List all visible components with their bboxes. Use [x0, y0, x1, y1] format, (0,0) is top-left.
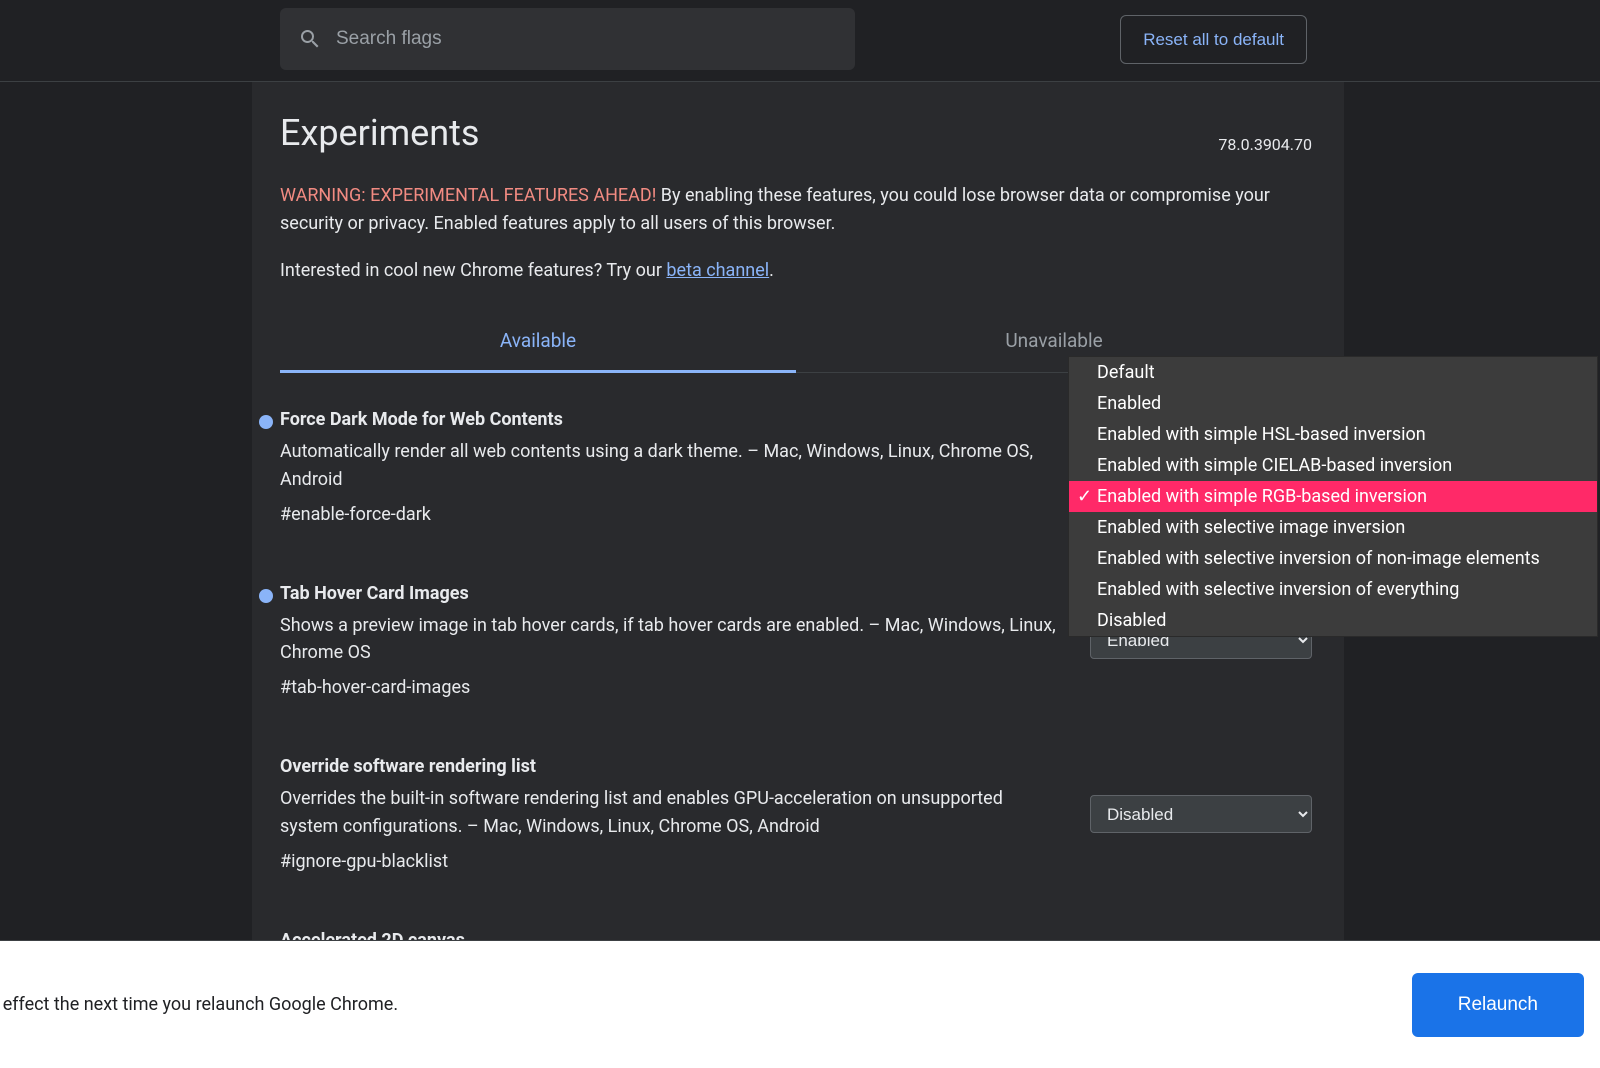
flag-hash[interactable]: #enable-force-dark	[280, 504, 1060, 525]
flag-info: Override software rendering list Overrid…	[280, 756, 1090, 872]
page-header: Experiments 78.0.3904.70	[280, 112, 1312, 154]
dropdown-option[interactable]: Enabled with selective inversion of non-…	[1069, 543, 1597, 574]
dropdown-option[interactable]: Disabled	[1069, 605, 1597, 636]
reset-all-button[interactable]: Reset all to default	[1120, 15, 1307, 64]
warning-text: WARNING: EXPERIMENTAL FEATURES AHEAD! By…	[280, 182, 1312, 238]
search-input[interactable]	[336, 28, 837, 50]
beta-channel-link[interactable]: beta channel	[666, 260, 769, 281]
beta-suffix: .	[769, 260, 774, 281]
dropdown-option[interactable]: Enabled with simple HSL-based inversion	[1069, 419, 1597, 450]
top-bar: Reset all to default	[0, 0, 1600, 82]
changed-dot-icon	[259, 589, 273, 603]
flag-desc: Shows a preview image in tab hover cards…	[280, 612, 1060, 668]
changed-dot-icon	[259, 415, 273, 429]
flag-info: Force Dark Mode for Web Contents Automat…	[280, 409, 1090, 525]
dropdown-option[interactable]: Enabled with selective image inversion	[1069, 512, 1597, 543]
flag-select[interactable]: Disabled	[1090, 795, 1312, 833]
dropdown-option[interactable]: Enabled	[1069, 388, 1597, 419]
flag-control: Disabled	[1090, 795, 1312, 833]
dropdown-option-selected[interactable]: Enabled with simple RGB-based inversion	[1069, 481, 1597, 512]
relaunch-button[interactable]: Relaunch	[1412, 973, 1584, 1037]
flag-info: Tab Hover Card Images Shows a preview im…	[280, 583, 1090, 699]
beta-prefix: Interested in cool new Chrome features? …	[280, 260, 666, 281]
page-title: Experiments	[280, 112, 479, 154]
flag-title: Force Dark Mode for Web Contents	[280, 409, 1060, 430]
dropdown-option[interactable]: Default	[1069, 357, 1597, 388]
beta-line: Interested in cool new Chrome features? …	[280, 260, 1312, 281]
relaunch-bar: ur changes will take effect the next tim…	[0, 940, 1600, 1068]
flag-hash[interactable]: #tab-hover-card-images	[280, 677, 1060, 698]
warning-red: WARNING: EXPERIMENTAL FEATURES AHEAD!	[280, 185, 656, 206]
flag-title: Override software rendering list	[280, 756, 1060, 777]
search-box[interactable]	[280, 8, 855, 70]
flag-desc: Automatically render all web contents us…	[280, 438, 1060, 494]
dropdown-option[interactable]: Enabled with selective inversion of ever…	[1069, 574, 1597, 605]
search-icon	[298, 27, 322, 51]
dropdown-option[interactable]: Enabled with simple CIELAB-based inversi…	[1069, 450, 1597, 481]
relaunch-message: ur changes will take effect the next tim…	[0, 994, 398, 1015]
flag-hash[interactable]: #ignore-gpu-blacklist	[280, 851, 1060, 872]
flag-title: Tab Hover Card Images	[280, 583, 1060, 604]
flag-select-dropdown: Default Enabled Enabled with simple HSL-…	[1068, 356, 1598, 637]
flag-desc: Overrides the built-in software renderin…	[280, 785, 1060, 841]
tab-available[interactable]: Available	[280, 311, 796, 373]
flag-row: Override software rendering list Overrid…	[280, 720, 1312, 894]
version-label: 78.0.3904.70	[1218, 135, 1312, 154]
